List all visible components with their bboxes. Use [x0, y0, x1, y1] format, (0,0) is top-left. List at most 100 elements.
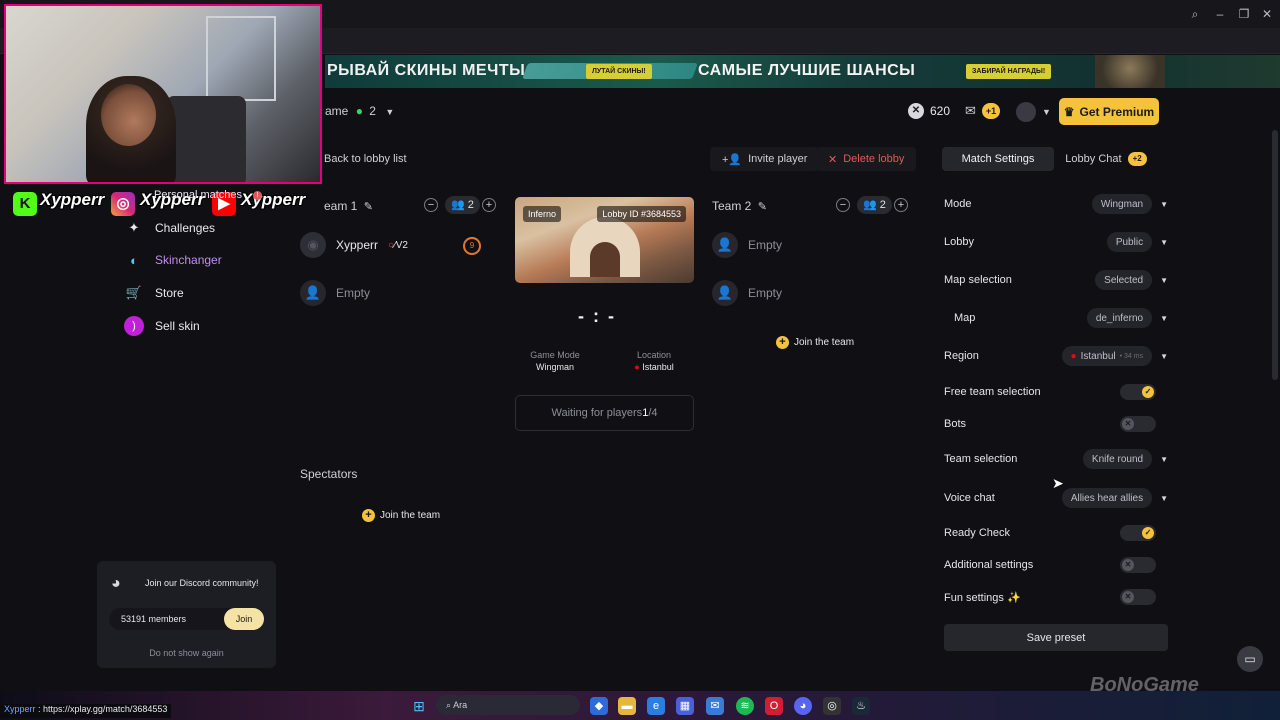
sidebar-item-store[interactable]: 🛒 Store — [124, 282, 184, 304]
sidebar-item-label: Personal matches — [154, 189, 243, 201]
store-icon[interactable]: ▦ — [676, 697, 694, 715]
discord-app-icon[interactable]: ◕ — [794, 697, 812, 715]
spotify-icon[interactable]: ≋ — [736, 697, 754, 715]
region-dropdown[interactable]: ● Istanbul • 34 ms ▼ — [1061, 346, 1168, 366]
chevron-down-icon: ▼ — [1160, 275, 1168, 285]
invite-player-button[interactable]: +👤 Invite player — [710, 147, 820, 171]
setting-label: Additional settings — [944, 559, 1034, 571]
banner-text-left: РЫВАЙ СКИНЫ МЕЧТЫ — [327, 62, 526, 79]
mouse-cursor-icon: ➤ — [1052, 475, 1064, 491]
obs-icon[interactable]: ◎ — [823, 697, 841, 715]
search-icon[interactable]: ⌕ — [1187, 6, 1203, 22]
folder-icon[interactable]: ▬ — [618, 697, 636, 715]
steam-icon[interactable]: ♨ — [852, 697, 870, 715]
crown-icon: ♛ — [1063, 104, 1075, 119]
mail-app-icon[interactable]: ✉ — [706, 697, 724, 715]
avatar — [1016, 102, 1036, 122]
lobby-dropdown[interactable]: Public ▼ — [1106, 232, 1168, 252]
chat-support-icon[interactable]: ▭ — [1237, 646, 1263, 672]
fun-settings-toggle[interactable]: ✕ — [1120, 589, 1156, 605]
voice-chat-dropdown[interactable]: Allies hear allies ▼ — [1061, 488, 1168, 508]
map-card[interactable]: Inferno Lobby ID #3684553 — [515, 197, 694, 283]
turkey-flag-icon: ● — [634, 362, 640, 372]
setting-fun: Fun settings ✨ ✕ — [944, 585, 1168, 609]
pencil-icon[interactable]: ✎ — [758, 201, 767, 213]
premium-label: Get Premium — [1079, 104, 1155, 119]
player-slot-empty[interactable]: 👤 Empty — [712, 232, 782, 258]
setting-label: Voice chat — [944, 492, 995, 504]
sidebar-item-sell-skin[interactable]: ) Sell skin — [124, 315, 200, 337]
chevron-down-icon: ▼ — [385, 107, 395, 117]
edge-icon[interactable]: e — [647, 697, 665, 715]
tab-lobby-chat[interactable]: Lobby Chat +2 — [1056, 147, 1156, 171]
delete-lobby-button[interactable]: ✕ Delete lobby — [816, 147, 917, 171]
copilot-icon[interactable]: ◆ — [590, 697, 608, 715]
mode-dropdown[interactable]: Wingman ▼ — [1091, 194, 1168, 214]
team1-add-button[interactable]: + — [482, 198, 496, 212]
player-slot-empty[interactable]: 👤 Empty — [712, 280, 782, 306]
discord-dismiss-link[interactable]: Do not show again — [97, 648, 276, 658]
add-user-icon: +👤 — [722, 153, 743, 166]
player-slot-xypperr[interactable]: ◉ Xypperr ○⁄V2 — [300, 232, 408, 258]
get-premium-button[interactable]: ♛ Get Premium — [1059, 98, 1159, 125]
map-door-image — [590, 242, 620, 277]
search-placeholder: Ara — [453, 700, 468, 710]
back-to-lobby-list-button[interactable]: Back to lobby list — [324, 153, 407, 165]
location-city: Istanbul — [642, 362, 674, 372]
taskbar-search[interactable]: ⌕ Ara — [436, 695, 580, 715]
discord-join-button[interactable]: Join — [224, 608, 264, 630]
map-selection-dropdown[interactable]: Selected ▼ — [1095, 270, 1168, 290]
bots-toggle[interactable]: ✕ — [1120, 416, 1156, 432]
discord-icon: ◕ — [111, 575, 121, 592]
avatar: 👤 — [712, 232, 738, 258]
save-preset-button[interactable]: Save preset — [944, 624, 1168, 651]
map-dropdown[interactable]: de_inferno ▼ — [1086, 308, 1168, 328]
kick-icon: K — [13, 192, 37, 216]
invite-label: Invite player — [748, 153, 808, 165]
team1-remove-button[interactable]: − — [424, 198, 438, 212]
coin-balance[interactable]: ✕ 620 — [908, 103, 950, 119]
spectators-join-button[interactable]: + Join the team — [362, 509, 440, 522]
opera-icon[interactable]: O — [765, 697, 783, 715]
team2-add-button[interactable]: + — [894, 198, 908, 212]
ready-check-toggle[interactable]: ✓ — [1120, 525, 1156, 541]
pencil-icon[interactable]: ✎ — [364, 201, 373, 213]
team1-title-label: eam 1 — [324, 199, 358, 213]
setting-free-team-selection: Free team selection ✓ — [944, 380, 1168, 404]
mail-button[interactable]: ✉ +1 — [965, 103, 1001, 119]
profile-menu[interactable]: ▼ — [1016, 102, 1051, 122]
windows-start-icon[interactable]: ⊞ — [410, 697, 428, 715]
sidebar-item-skinchanger[interactable]: ◐ Skinchanger — [124, 249, 222, 271]
setting-bots: Bots ✕ — [944, 412, 1168, 436]
additional-settings-toggle[interactable]: ✕ — [1120, 557, 1156, 573]
team2-join-button[interactable]: + Join the team — [776, 336, 854, 349]
avatar: 👤 — [300, 280, 326, 306]
mail-icon: ✉ — [965, 103, 976, 118]
join-label: Join the team — [380, 510, 441, 521]
sidebar-item-personal-matches[interactable]: Personal matches ! — [154, 184, 263, 206]
player-slot-empty[interactable]: 👤 Empty — [300, 280, 370, 306]
empty-label: Empty — [336, 286, 371, 300]
free-team-toggle[interactable]: ✓ — [1120, 384, 1156, 400]
game-mode-label: Game Mode — [530, 350, 580, 360]
promo-banner[interactable]: РЫВАЙ СКИНЫ МЕЧТЫ ЛУТАЙ СКИНЫ! САМЫЕ ЛУЧ… — [325, 55, 1280, 88]
dropdown-value: Selected — [1095, 270, 1153, 290]
dropdown-value: Public — [1106, 232, 1153, 252]
banner-text-right: САМЫЕ ЛУЧШИЕ ШАНСЫ — [698, 62, 916, 79]
tab-match-settings[interactable]: Match Settings — [942, 147, 1054, 171]
team-selection-dropdown[interactable]: Knife round ▼ — [1082, 449, 1168, 469]
scrollbar[interactable] — [1272, 130, 1278, 380]
waiting-total: /4 — [648, 407, 658, 419]
chat-badge: +2 — [1127, 152, 1147, 166]
delete-label: Delete lobby — [843, 153, 905, 165]
minimize-icon[interactable]: – — [1212, 6, 1228, 22]
shelf-image — [206, 16, 276, 101]
dropdown-value: Istanbul — [1080, 350, 1116, 362]
close-icon[interactable]: ✕ — [1259, 6, 1275, 22]
coin-amount: 620 — [930, 104, 951, 118]
sidebar-item-challenges[interactable]: ✦ Challenges — [124, 217, 216, 239]
setting-map: Map de_inferno ▼ — [944, 306, 1168, 330]
game-selector[interactable]: ame ● 2 ▼ — [325, 104, 394, 118]
team2-remove-button[interactable]: − — [836, 198, 850, 212]
maximize-icon[interactable]: ❐ — [1236, 6, 1252, 22]
